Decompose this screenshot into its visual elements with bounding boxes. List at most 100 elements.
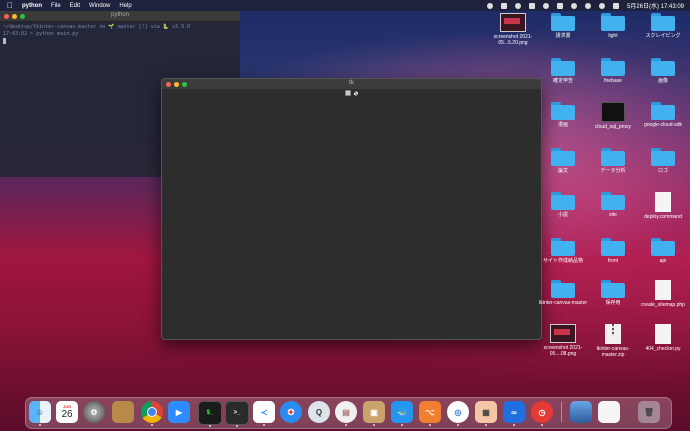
desktop-icon[interactable]: 404_checker.py [638,324,688,352]
desktop-icon[interactable]: 漫画 [538,102,588,128]
terminal-line-2: 17:43:02 > python main.py [3,31,79,37]
menu-window[interactable]: Window [89,3,110,9]
terminal-title: python [110,12,129,18]
terminal-icon[interactable]: $_ [198,401,222,427]
tk-title: tk [349,80,354,86]
status-icon-3[interactable] [514,2,521,9]
clock-icon[interactable]: ◷ [531,401,553,426]
tk-window[interactable]: tk [161,78,542,340]
status-icon-2[interactable] [500,2,507,9]
terminal-icon[interactable]: >_ [225,401,249,427]
desktop-icon[interactable]: site [588,192,638,218]
quicktime-icon[interactable]: Q [308,401,330,423]
docker-icon[interactable]: 🐳 [391,401,413,426]
calendar-day: 26 [61,409,73,420]
desktop-icon-label: サイト作成納品物 [542,258,583,264]
folder-icon [601,58,625,76]
desktop-icon[interactable]: deploy.command [638,192,688,220]
preview-icon[interactable]: ▦ [475,401,497,426]
sequel-icon[interactable]: ▤ [335,401,357,426]
tk-canvas[interactable] [162,97,541,339]
desktop-icon[interactable]: screenshot 2021-05...5.20.png [488,13,538,46]
desktop-icon[interactable]: firebase [588,58,638,84]
desktop-icon-label: deploy.command [644,214,682,220]
desktop-icon-label: firebase [604,78,622,84]
finder-icon[interactable]: ☺ [29,401,51,426]
system-preferences-icon[interactable]: ⚙ [83,401,105,423]
desktop-icon[interactable]: tkinter-canvas-master [538,280,588,306]
chrome-icon[interactable] [141,401,163,426]
zoom-icon[interactable]: ▶ [168,401,190,423]
menu-app-name[interactable]: python [22,3,42,9]
status-icon-6[interactable] [556,2,563,9]
desktop-icon[interactable]: 小説 [538,192,588,218]
terminal-cursor [3,38,6,44]
app-icon[interactable] [112,401,134,423]
tk-title-bar[interactable]: tk [162,79,541,89]
safari-icon[interactable]: ✦ [280,401,302,423]
pen-tool-icon[interactable] [344,90,351,96]
terminal-title-bar[interactable]: python [0,11,240,22]
desktop-icon-label: front [607,258,618,264]
desktop-icon[interactable]: google-cloud-sdk [638,102,688,128]
desktop-icon[interactable]: ロゴ [638,148,688,174]
calendar-icon[interactable]: JUN 26 [56,401,78,423]
desktop-icon[interactable]: tkinter-canvas-master.zip [588,324,638,358]
apple-menu-icon[interactable]:  [7,0,13,11]
desktop-icon[interactable]: create_sitemap.php [638,280,688,308]
status-icon-1[interactable] [486,2,493,9]
cloud-icon[interactable] [542,2,549,9]
photos-icon[interactable] [570,401,592,423]
document-icon [655,324,671,344]
bluetooth-icon[interactable] [570,2,577,9]
desktop-icon-label: screenshot 2021-05....08.png [543,345,583,357]
menu-help[interactable]: Help [119,3,131,9]
menu-clock[interactable]: 5月26日(水) 17:43:09 [627,1,684,10]
status-area: 5月26日(水) 17:43:09 [486,0,684,11]
archive-icon[interactable]: ▣ [363,401,385,426]
desktop-icon-label: 確定申告 [552,78,573,84]
vscode-icon[interactable]: ≺ [253,401,275,426]
app-icon[interactable]: ◎ [447,401,469,426]
folder-icon [601,148,625,166]
desktop-icon[interactable]: 確定申告 [538,58,588,84]
desktop-icon[interactable]: 保存用 [588,280,638,306]
menu-edit[interactable]: Edit [70,3,80,9]
desktop-icon[interactable]: screenshot 2021-05....08.png [538,324,588,357]
wifi-icon[interactable] [584,2,591,9]
desktop-icon[interactable]: 請求書 [538,13,588,39]
folder-icon [601,280,625,298]
desktop-icon-label: tkinter-canvas-master.zip [596,346,630,358]
executable-icon [601,102,625,122]
desktop-icon[interactable]: 画像 [638,58,688,84]
desktop-icon-label: create_sitemap.php [641,302,685,308]
desktop-icon-label: 保存用 [605,300,621,306]
terminal-output[interactable]: ~/desktop/tkinter-canvas-master on 🌱 mas… [0,22,240,48]
desktop-icon-label: 404_checker.py [645,346,681,352]
desktop-icon[interactable]: front [588,238,638,264]
desktop-icon[interactable]: cloud_sql_proxy [588,102,638,130]
sourcetree-icon[interactable]: ⌥ [419,401,441,426]
desktop-icon[interactable]: データ分析 [588,148,638,174]
infinity-icon[interactable]: ∞ [503,401,525,426]
desktop-icon[interactable]: 論文 [538,148,588,174]
document-icon[interactable] [598,401,620,423]
control-center-icon[interactable] [612,2,619,9]
trash-icon[interactable]: 🗑 [638,401,660,423]
status-icon-4[interactable] [528,2,535,9]
folder-icon [551,192,575,210]
folder-icon [651,58,675,76]
desktop-icon-label: tkinter-canvas-master [538,300,588,306]
desktop-icon[interactable]: api [638,238,688,264]
desktop-icon[interactable]: light [588,13,638,39]
desktop-icon-label: api [659,258,667,264]
desktop-icon-label: cloud_sql_proxy [594,124,632,130]
menu-file[interactable]: File [51,3,61,9]
desktop-icon[interactable]: スクレイピング [638,13,688,39]
clear-tool-icon[interactable] [352,90,359,96]
folder-icon [651,102,675,120]
search-icon[interactable] [598,2,605,9]
folder-icon [551,58,575,76]
folder-icon [551,238,575,256]
desktop-icon[interactable]: サイト作成納品物 [538,238,588,264]
